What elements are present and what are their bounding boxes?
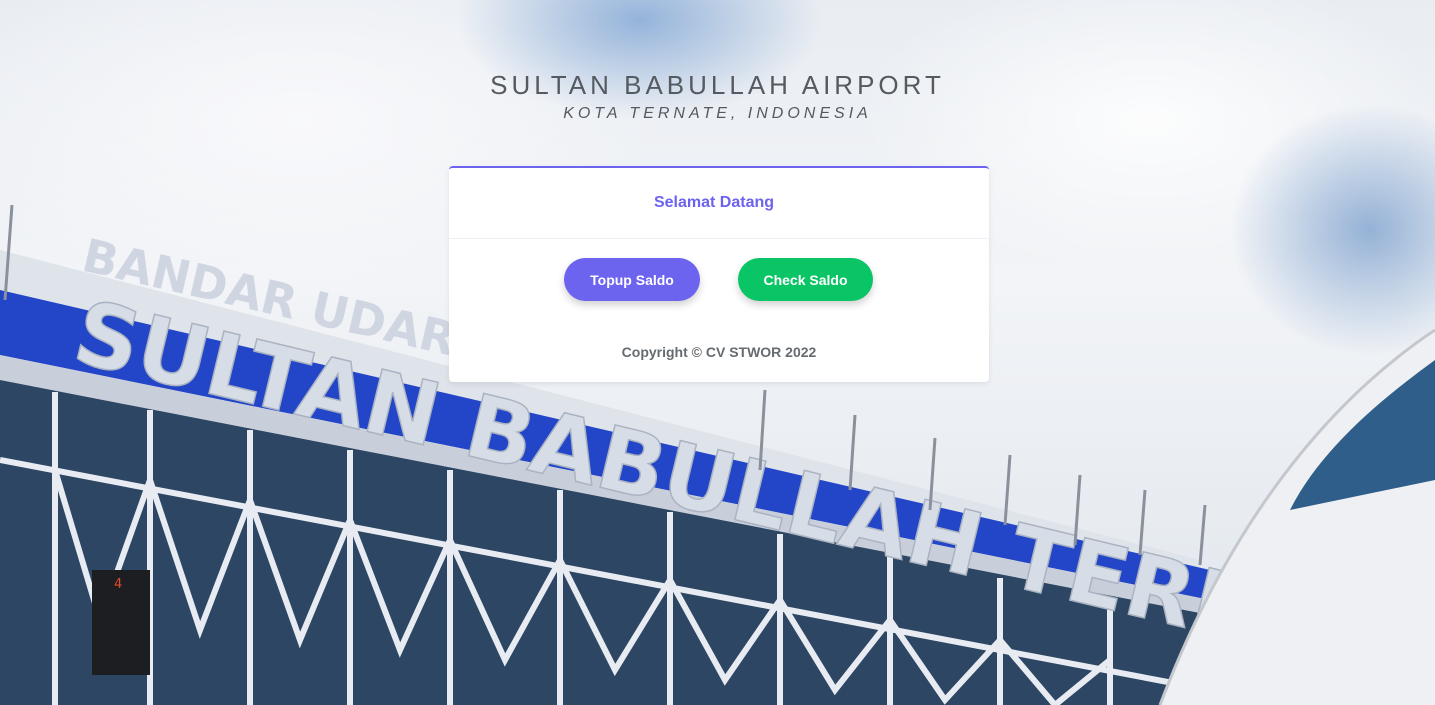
gate-number: 4 <box>114 577 122 592</box>
page: BANDAR UDARA SULTAN BABULLAH TERNATE 4 S… <box>0 0 1435 705</box>
page-subtitle: KOTA TERNATE, INDONESIA <box>563 105 872 122</box>
card-heading: Selamat Datang <box>653 194 775 211</box>
card-header: Selamat Datang <box>449 168 989 239</box>
topup-saldo-button[interactable]: Topup Saldo <box>564 258 700 301</box>
copyright-text: Copyright © CV STWOR 2022 <box>621 344 817 360</box>
welcome-card: Selamat Datang Topup Saldo Check Saldo C… <box>449 166 989 382</box>
check-saldo-button[interactable]: Check Saldo <box>738 258 873 301</box>
page-title: SULTAN BABULLAH AIRPORT <box>490 70 945 100</box>
aircraft-nose <box>1160 330 1435 705</box>
action-buttons: Topup Saldo Check Saldo <box>449 258 989 302</box>
